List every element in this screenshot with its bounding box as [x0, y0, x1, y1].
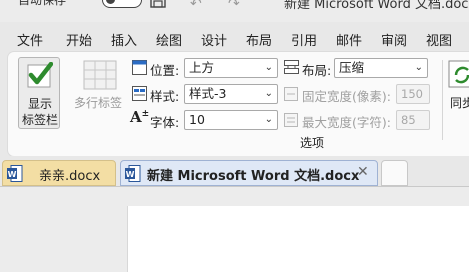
fixed-width-value: 150 — [401, 87, 423, 101]
max-width-value: 85 — [401, 113, 416, 127]
tab-layout[interactable]: 布局 — [246, 30, 272, 49]
ribbon-divider — [442, 60, 443, 140]
ribbon-panel: 显示 标签栏 多行标签 位置: 上方 ⌄ 样式: 样式-3 ⌄ A± 字体: 1… — [8, 52, 469, 156]
tab-home[interactable]: 开始 — [66, 30, 92, 49]
title-bar: 自动保存 ↶ ↷ 新建 Microsoft Word 文档.docx — [0, 0, 469, 22]
multirow-tabs-label: 多行标签 — [74, 96, 123, 110]
document-page[interactable] — [128, 206, 469, 272]
svg-text:W: W — [8, 170, 17, 179]
font-dropdown[interactable]: 10 ⌄ — [184, 110, 278, 130]
multirow-tabs-icon[interactable] — [83, 60, 117, 90]
style-label: 样式: — [150, 89, 180, 104]
doc-tab-1[interactable]: W 亲亲.docx — [2, 160, 116, 186]
position-value: 上方 — [189, 60, 215, 75]
svg-text:W: W — [126, 170, 135, 179]
style-value: 样式-3 — [189, 86, 227, 101]
chevron-down-icon: ⌄ — [414, 62, 423, 73]
word-doc-icon: W — [7, 165, 23, 182]
doc-tab-2-title: 新建 Microsoft Word 文档.docx — [147, 169, 360, 184]
chevron-down-icon: ⌄ — [264, 114, 273, 125]
position-dropdown[interactable]: 上方 ⌄ — [184, 58, 278, 78]
close-icon[interactable]: ✕ — [357, 164, 369, 180]
font-value: 10 — [189, 112, 205, 127]
layout-label: 布局: — [302, 63, 332, 78]
sync-icon[interactable] — [448, 60, 469, 90]
fixed-width-label: 固定宽度(像素): — [302, 89, 391, 104]
doc-tab-2[interactable]: W 新建 Microsoft Word 文档.docx ✕ — [120, 160, 378, 186]
layout-value: 压缩 — [339, 60, 365, 75]
tab-file[interactable]: 文件 — [17, 30, 43, 49]
show-tab-bar-button[interactable]: 显示 标签栏 — [18, 57, 60, 129]
autosave-toggle-knob — [106, 0, 115, 4]
tab-mailings[interactable]: 邮件 — [336, 30, 362, 49]
doc-tab-1-title: 亲亲.docx — [39, 169, 101, 184]
max-width-label: 最大宽度(字符): — [302, 115, 391, 130]
options-group-label: 选项 — [300, 136, 325, 150]
undo-icon[interactable]: ↶ — [190, 0, 202, 12]
style-dropdown[interactable]: 样式-3 ⌄ — [184, 84, 278, 104]
max-width-spinner[interactable]: 85 — [396, 110, 430, 130]
style-icon — [132, 86, 147, 101]
document-tab-bar: W 亲亲.docx W 新建 Microsoft Word 文档.docx ✕ — [0, 156, 469, 186]
tab-draw[interactable]: 绘图 — [156, 30, 182, 49]
fixed-width-icon — [284, 87, 298, 101]
new-tab-button[interactable] — [381, 160, 408, 186]
tab-review[interactable]: 审阅 — [381, 30, 407, 49]
autosave-label: 自动保存 — [18, 0, 67, 7]
fixed-width-spinner[interactable]: 150 — [396, 84, 430, 104]
chevron-down-icon: ⌄ — [264, 88, 273, 99]
autosave-toggle[interactable] — [102, 0, 142, 8]
tab-insert[interactable]: 插入 — [111, 30, 137, 49]
font-label: 字体: — [150, 115, 180, 130]
checkmark-icon — [27, 62, 53, 88]
tab-design[interactable]: 设计 — [201, 30, 227, 49]
position-label: 位置: — [150, 63, 180, 78]
position-icon — [132, 60, 147, 75]
redo-icon[interactable]: ↷ — [228, 0, 240, 12]
tab-view[interactable]: 视图 — [426, 30, 452, 49]
ribbon-tabs: 文件 开始 插入 绘图 设计 布局 引用 邮件 审阅 视图 — [0, 22, 469, 52]
window-title: 新建 Microsoft Word 文档.docx — [284, 0, 469, 12]
layout-dropdown[interactable]: 压缩 ⌄ — [334, 58, 428, 78]
show-tab-bar-label: 显示 标签栏 — [21, 97, 58, 127]
chevron-down-icon: ⌄ — [264, 62, 273, 73]
layout-icon — [284, 60, 299, 74]
save-icon[interactable] — [150, 0, 166, 8]
max-width-icon — [284, 113, 298, 127]
tab-references[interactable]: 引用 — [291, 30, 317, 49]
sync-label: 同步 — [450, 96, 469, 110]
font-size-icon: A± — [130, 108, 150, 126]
word-doc-icon: W — [125, 165, 141, 182]
